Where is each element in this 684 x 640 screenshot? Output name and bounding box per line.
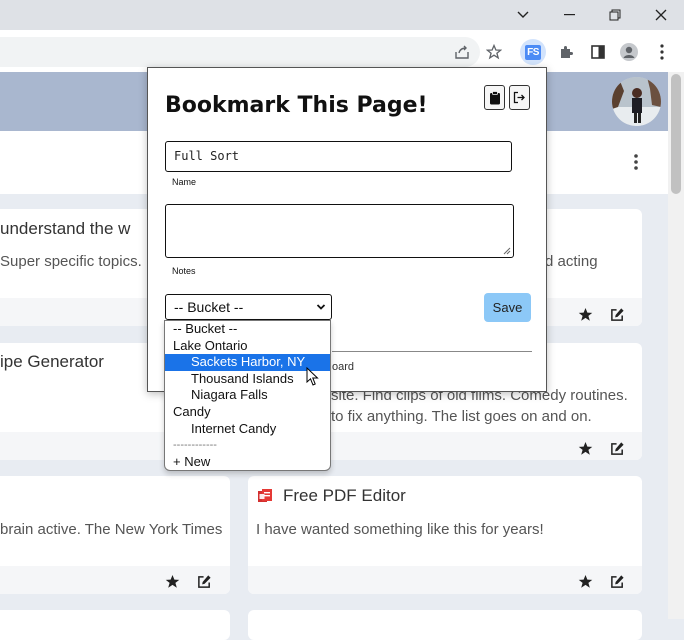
- close-window-button[interactable]: [638, 0, 684, 30]
- pdf-file-icon: [256, 487, 274, 505]
- bucket-dropdown-list: -- Bucket -- Lake Ontario Sackets Harbor…: [164, 320, 331, 471]
- bucket-option[interactable]: Lake Ontario: [165, 338, 330, 355]
- notes-textarea[interactable]: [165, 204, 514, 258]
- edit-icon[interactable]: [195, 572, 213, 590]
- page-menu-icon[interactable]: [622, 148, 650, 176]
- side-panel-icon[interactable]: [584, 38, 612, 66]
- fullsort-extension-icon[interactable]: FS: [520, 39, 546, 65]
- card-description: I have wanted something like this for ye…: [256, 521, 544, 538]
- save-button[interactable]: Save: [484, 293, 531, 322]
- restore-button[interactable]: [592, 0, 638, 30]
- star-icon[interactable]: [576, 439, 594, 457]
- bookmark-card[interactable]: [0, 610, 230, 640]
- mouse-cursor-icon: [306, 366, 320, 392]
- star-icon[interactable]: [163, 572, 181, 590]
- bucket-option-separator: ------------: [173, 439, 217, 452]
- popup-title: Bookmark This Page!: [165, 93, 428, 118]
- notes-label: Notes: [172, 266, 196, 276]
- sign-out-button[interactable]: [509, 85, 530, 110]
- star-icon[interactable]: [576, 305, 594, 323]
- card-description: brain active. The New York Times: [0, 521, 223, 538]
- resize-grip-icon[interactable]: [503, 247, 511, 255]
- user-avatar[interactable]: [612, 77, 661, 126]
- bookmark-card[interactable]: [248, 610, 642, 640]
- card-title[interactable]: ipe Generator: [0, 352, 104, 372]
- clipboard-text: oard: [332, 361, 355, 373]
- edit-icon[interactable]: [608, 439, 626, 457]
- card-description: d acting: [545, 253, 598, 270]
- bucket-option[interactable]: -- Bucket --: [165, 321, 330, 338]
- clipboard-button[interactable]: [484, 85, 505, 110]
- card-title[interactable]: understand the w: [0, 219, 130, 239]
- bucket-selected-value: -- Bucket --: [174, 299, 244, 315]
- tab-search-chevron-icon[interactable]: [500, 0, 546, 30]
- bucket-option-new[interactable]: + New: [165, 454, 330, 470]
- chevron-down-icon: [316, 304, 326, 310]
- edit-icon[interactable]: [608, 572, 626, 590]
- edit-icon[interactable]: [608, 305, 626, 323]
- minimize-button[interactable]: [546, 0, 592, 30]
- clipboard-icon: [489, 90, 500, 104]
- profile-icon[interactable]: [615, 38, 643, 66]
- bucket-select[interactable]: -- Bucket --: [165, 294, 332, 320]
- card-title[interactable]: Free PDF Editor: [283, 486, 406, 506]
- share-icon[interactable]: [448, 38, 476, 66]
- extension-badge: FS: [525, 44, 541, 60]
- puzzle-extensions-icon[interactable]: [552, 38, 580, 66]
- bucket-option[interactable]: Internet Candy: [165, 421, 330, 438]
- sign-out-icon: [513, 91, 525, 104]
- card-description: Super specific topics.: [0, 253, 142, 270]
- star-icon[interactable]: [576, 572, 594, 590]
- card-description-line2: to fix anything. The list goes on and on…: [331, 408, 592, 425]
- scrollbar-thumb[interactable]: [671, 74, 681, 194]
- bucket-option[interactable]: Candy: [165, 404, 330, 421]
- star-bookmark-icon[interactable]: [480, 38, 508, 66]
- name-input[interactable]: Full Sort: [165, 141, 512, 172]
- browser-menu-icon[interactable]: [648, 38, 676, 66]
- address-bar[interactable]: [0, 37, 480, 67]
- name-label: Name: [172, 177, 197, 187]
- popup-divider: [332, 351, 532, 352]
